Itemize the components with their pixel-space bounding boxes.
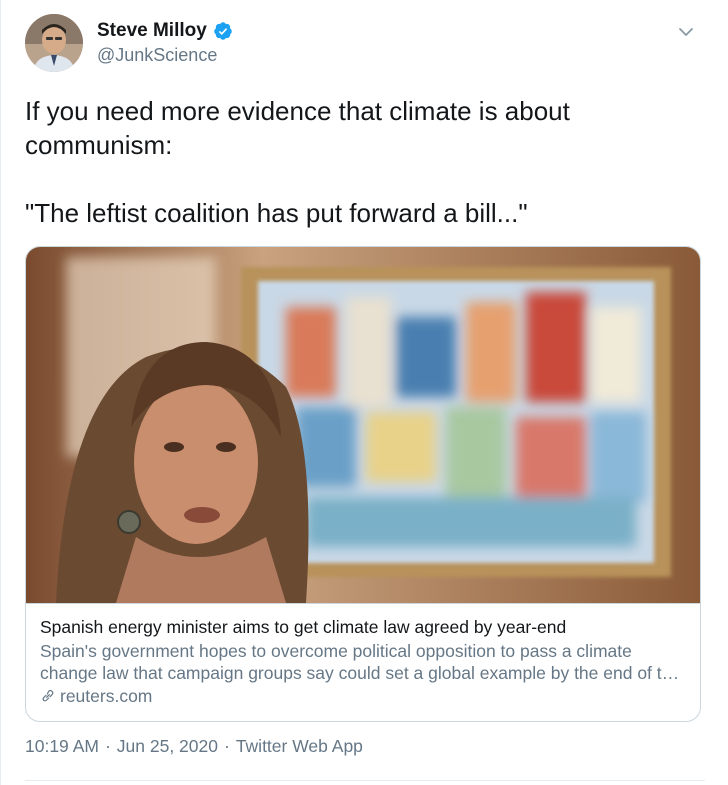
tweet: Steve Milloy @JunkScience If you need mo… <box>0 0 728 785</box>
meta-separator: · <box>223 736 230 756</box>
profile-photo-icon <box>25 14 83 72</box>
meta-separator: · <box>104 736 111 756</box>
card-domain: reuters.com <box>60 686 153 706</box>
display-name[interactable]: Steve Milloy <box>97 20 207 42</box>
card-body: Spanish energy minister aims to get clim… <box>26 603 700 721</box>
link-icon <box>42 689 54 702</box>
divider <box>25 780 705 781</box>
card-domain-row: reuters.com <box>40 685 688 707</box>
tweet-meta: 10:19 AM · Jun 25, 2020 · Twitter Web Ap… <box>25 736 363 757</box>
tweet-time[interactable]: 10:19 AM <box>25 736 99 757</box>
card-title: Spanish energy minister aims to get clim… <box>40 617 567 637</box>
verified-badge-icon <box>214 22 232 40</box>
tweet-source[interactable]: Twitter Web App <box>236 736 363 757</box>
user-handle[interactable]: @JunkScience <box>97 45 217 66</box>
tweet-date[interactable]: Jun 25, 2020 <box>117 736 218 757</box>
user-name-row: Steve Milloy <box>97 20 233 42</box>
link-card[interactable]: Spanish energy minister aims to get clim… <box>25 246 701 722</box>
card-image <box>26 247 700 603</box>
avatar[interactable] <box>25 14 83 72</box>
chevron-down-icon[interactable] <box>676 22 696 42</box>
card-description: Spain's government hopes to overcome pol… <box>40 641 682 683</box>
tweet-text: If you need more evidence that climate i… <box>25 96 570 228</box>
